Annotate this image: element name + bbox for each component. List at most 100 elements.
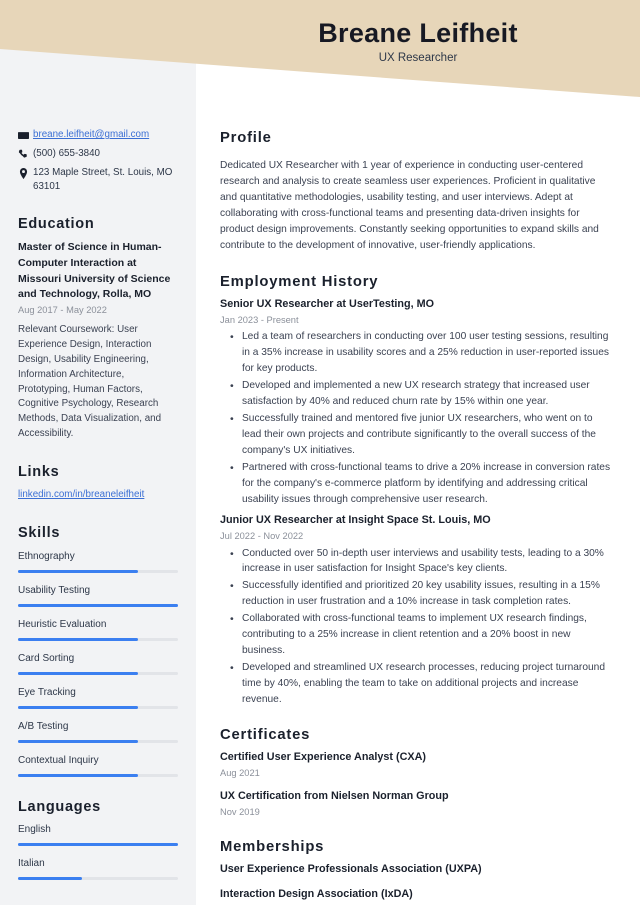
certificate-entry: UX Certification from Nielsen Norman Gro…: [220, 789, 614, 819]
language-item: Italian: [18, 857, 178, 880]
map-pin-icon: [18, 166, 33, 179]
skill-bar-track: [18, 671, 178, 675]
section-heading-employment: Employment History: [220, 273, 379, 290]
language-label: English: [18, 823, 51, 835]
sidebar-heading-links: Links: [18, 464, 60, 481]
skill-bar-fill: [18, 739, 138, 743]
skill-item: Heuristic Evaluation: [18, 618, 178, 641]
links-list: linkedin.com/in/breaneleifheit: [18, 488, 178, 503]
section-memberships: Memberships User Experience Professional…: [220, 839, 614, 903]
memberships-list: User Experience Professionals Associatio…: [220, 862, 614, 902]
contact-row: breane.leifheit@gmail.com: [18, 128, 178, 142]
job-bullet: Collaborated with cross-functional teams…: [230, 611, 614, 659]
section-employment: Employment History Senior UX Researcher …: [220, 274, 614, 708]
education-list: Master of Science in Human-Computer Inte…: [18, 240, 178, 442]
header-text-block: Breane Leifheit UX Researcher: [196, 0, 640, 65]
skill-item: Card Sorting: [18, 652, 178, 675]
language-bar-fill: [18, 842, 178, 846]
contact-value[interactable]: breane.leifheit@gmail.com: [33, 128, 178, 142]
skill-item: Usability Testing: [18, 584, 178, 607]
job-title: Junior UX Researcher at Insight Space St…: [220, 514, 491, 527]
phone-icon: [18, 147, 33, 160]
job-bullet: Partnered with cross-functional teams to…: [230, 460, 614, 508]
skill-label: Heuristic Evaluation: [18, 618, 107, 630]
certificate-date: Nov 2019: [220, 807, 260, 818]
contact-list: breane.leifheit@gmail.com (500) 655-3840 1…: [18, 128, 178, 194]
job-bullet-list: Led a team of researchers in conducting …: [220, 329, 614, 507]
skill-bar-track: [18, 773, 178, 777]
skill-label: Usability Testing: [18, 584, 91, 596]
skill-bar-track: [18, 705, 178, 709]
job-entry: Senior UX Researcher at UserTesting, MO J…: [220, 297, 614, 507]
section-certificates: Certificates Certified User Experience A…: [220, 727, 614, 820]
job-title: Senior UX Researcher at UserTesting, MO: [220, 298, 435, 311]
contact-value: (500) 655-3840: [33, 147, 100, 159]
education-description: Relevant Coursework: User Experience Des…: [18, 323, 162, 440]
resume-page: breane.leifheit@gmail.com (500) 655-3840 1…: [0, 0, 640, 905]
certificate-date: Aug 2021: [220, 767, 260, 778]
section-profile: Profile Dedicated UX Researcher with 1 y…: [220, 130, 614, 255]
section-heading-memberships: Memberships: [220, 838, 325, 855]
skill-label: Card Sorting: [18, 652, 75, 664]
job-bullet: Successfully identified and prioritized …: [230, 578, 614, 610]
job-entry: Junior UX Researcher at Insight Space St…: [220, 513, 614, 707]
skill-bar-fill: [18, 671, 138, 675]
language-bar-track: [18, 842, 178, 846]
job-bullet: Developed and streamlined UX research pr…: [230, 660, 614, 708]
skill-bar-fill: [18, 603, 178, 607]
job-bullet-list: Conducted over 50 in-depth user intervie…: [220, 546, 614, 708]
link-row: linkedin.com/in/breaneleifheit: [18, 488, 178, 503]
page-title: Breane Leifheit: [318, 18, 518, 48]
profile-link[interactable]: linkedin.com/in/breaneleifheit: [18, 489, 144, 500]
skill-item: Eye Tracking: [18, 686, 178, 709]
job-date: Jan 2023 - Present: [220, 314, 299, 325]
section-heading-profile: Profile: [220, 130, 272, 146]
sidebar-heading-education: Education: [18, 215, 95, 232]
section-heading-certificates: Certificates: [220, 726, 311, 743]
sidebar: breane.leifheit@gmail.com (500) 655-3840 1…: [0, 0, 196, 905]
contact-link[interactable]: breane.leifheit@gmail.com: [33, 129, 149, 140]
sidebar-heading-skills: Skills: [18, 525, 61, 542]
skill-item: Ethnography: [18, 550, 178, 573]
certificate-title: Certified User Experience Analyst (CXA): [220, 751, 427, 764]
skill-label: Ethnography: [18, 550, 75, 562]
skill-label: Eye Tracking: [18, 686, 76, 698]
education-entry: Master of Science in Human-Computer Inte…: [18, 240, 178, 442]
languages-list: English Italian: [18, 823, 178, 880]
language-item: English: [18, 823, 178, 846]
job-date: Jul 2022 - Nov 2022: [220, 531, 304, 542]
job-bullet: Led a team of researchers in conducting …: [230, 329, 614, 377]
sidebar-heading-languages: Languages: [18, 798, 101, 815]
language-label: Italian: [18, 857, 45, 869]
education-date: Aug 2017 - May 2022: [18, 305, 107, 316]
certificate-entry: Certified User Experience Analyst (CXA) A…: [220, 750, 614, 780]
skill-bar-fill: [18, 637, 138, 641]
job-title-subtitle: UX Researcher: [378, 51, 458, 64]
language-bar-fill: [18, 876, 82, 880]
skill-bar-track: [18, 569, 178, 573]
membership-item: Interaction Design Association (IxDA): [220, 887, 413, 900]
certificate-title: UX Certification from Nielsen Norman Gro…: [220, 790, 449, 803]
profile-text: Dedicated UX Researcher with 1 year of e…: [220, 159, 599, 252]
certificates-list: Certified User Experience Analyst (CXA) A…: [220, 750, 614, 819]
contact-row: (500) 655-3840: [18, 147, 178, 161]
employment-list: Senior UX Researcher at UserTesting, MO J…: [220, 297, 614, 707]
contact-row: 123 Maple Street, St. Louis, MO 63101: [18, 166, 178, 194]
skill-bar-track: [18, 603, 178, 607]
skill-label: Contextual Inquiry: [18, 754, 99, 766]
skill-label: A/B Testing: [18, 720, 69, 732]
job-bullet: Developed and implemented a new UX resea…: [230, 378, 614, 410]
main-content: Profile Dedicated UX Researcher with 1 y…: [196, 0, 640, 905]
job-bullet: Conducted over 50 in-depth user intervie…: [230, 546, 614, 578]
skill-bar-fill: [18, 569, 138, 573]
education-title: Master of Science in Human-Computer Inte…: [18, 241, 171, 301]
skill-item: A/B Testing: [18, 720, 178, 743]
skill-item: Contextual Inquiry: [18, 754, 178, 777]
skill-bar-track: [18, 739, 178, 743]
skill-bar-fill: [18, 705, 138, 709]
job-bullet: Successfully trained and mentored five j…: [230, 411, 614, 459]
membership-item: User Experience Professionals Associatio…: [220, 863, 482, 876]
envelope-icon: [18, 128, 33, 141]
contact-value: 123 Maple Street, St. Louis, MO 63101: [33, 166, 173, 192]
skill-bar-fill: [18, 773, 138, 777]
